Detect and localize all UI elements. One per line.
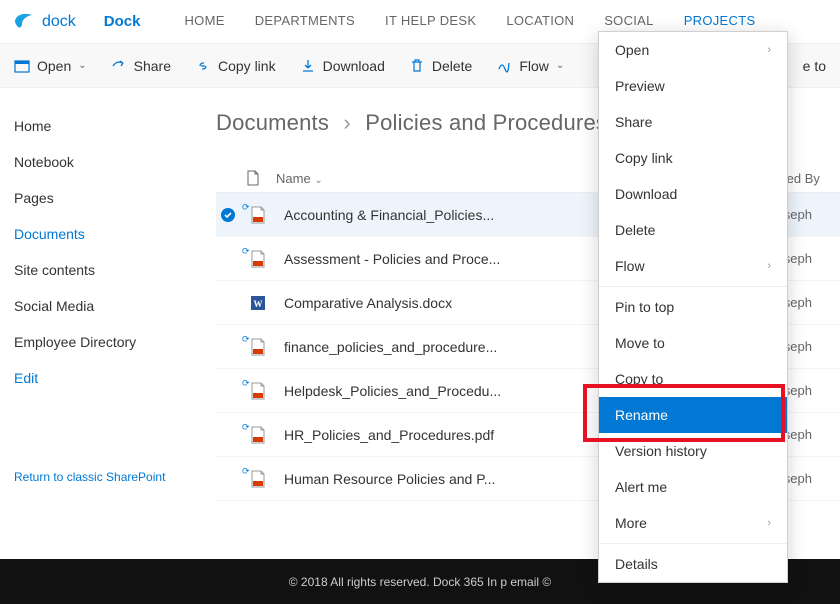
flow-button[interactable]: Flow ⌄ bbox=[496, 58, 564, 74]
chevron-right-icon: › bbox=[343, 110, 351, 135]
chevron-down-icon: ⌄ bbox=[556, 60, 564, 71]
breadcrumb-leaf: Policies and Procedures bbox=[365, 110, 607, 135]
sidebar-item-social-media[interactable]: Social Media bbox=[14, 290, 196, 322]
trash-icon bbox=[409, 58, 425, 74]
sync-icon: ⟳ bbox=[242, 246, 250, 257]
nav-item-departments[interactable]: DEPARTMENTS bbox=[253, 1, 357, 42]
file-type-icon: ⟳ bbox=[240, 470, 276, 488]
share-icon bbox=[111, 58, 127, 74]
file-type-icon: ⟳ bbox=[240, 338, 276, 356]
ctx-copy-to[interactable]: Copy to bbox=[599, 361, 787, 397]
brand-text-small: dock bbox=[42, 13, 76, 31]
dock-logo-icon bbox=[12, 10, 36, 34]
open-label: Open bbox=[37, 58, 71, 74]
ctx-flow[interactable]: Flow› bbox=[599, 248, 787, 284]
file-type-icon: ⟳ bbox=[240, 206, 276, 224]
footer-text: © 2018 All rights reserved. Dock 365 In … bbox=[289, 575, 551, 589]
sidebar-item-site-contents[interactable]: Site contents bbox=[14, 254, 196, 286]
ctx-alert-me[interactable]: Alert me bbox=[599, 469, 787, 505]
brand-text: Dock bbox=[104, 13, 141, 30]
sidebar-item-documents[interactable]: Documents bbox=[14, 218, 196, 250]
open-button[interactable]: Open ⌄ bbox=[14, 58, 87, 74]
brand-logo[interactable]: dock Dock bbox=[12, 10, 140, 34]
download-button[interactable]: Download bbox=[300, 58, 385, 74]
share-label: Share bbox=[134, 58, 171, 74]
copy-link-button[interactable]: Copy link bbox=[195, 58, 276, 74]
nav-item-home[interactable]: HOME bbox=[182, 1, 226, 42]
file-type-icon: W bbox=[240, 294, 276, 312]
open-icon bbox=[14, 58, 30, 74]
sync-icon: ⟳ bbox=[242, 378, 250, 389]
delete-button[interactable]: Delete bbox=[409, 58, 472, 74]
ctx-version-history[interactable]: Version history bbox=[599, 433, 787, 469]
ctx-rename[interactable]: Rename bbox=[599, 397, 787, 433]
chevron-right-icon: › bbox=[767, 517, 771, 529]
ctx-move-to[interactable]: Move to bbox=[599, 325, 787, 361]
nav-item-it-help-desk[interactable]: IT HELP DESK bbox=[383, 1, 478, 42]
sidebar-item-employee-directory[interactable]: Employee Directory bbox=[14, 326, 196, 358]
ctx-delete[interactable]: Delete bbox=[599, 212, 787, 248]
context-menu: Open›PreviewShareCopy linkDownloadDelete… bbox=[598, 31, 788, 583]
sidebar-item-home[interactable]: Home bbox=[14, 110, 196, 142]
side-nav: Home Notebook Pages Documents Site contents S… bbox=[0, 88, 196, 604]
move-to-button[interactable]: e to bbox=[803, 58, 826, 74]
breadcrumb-root[interactable]: Documents bbox=[216, 110, 329, 135]
ctx-preview[interactable]: Preview bbox=[599, 68, 787, 104]
chevron-down-icon: ⌄ bbox=[78, 60, 86, 71]
chevron-right-icon: › bbox=[767, 260, 771, 272]
chevron-down-icon: ⌄ bbox=[314, 175, 322, 186]
separator bbox=[599, 286, 787, 287]
download-label: Download bbox=[323, 58, 385, 74]
file-icon bbox=[246, 170, 260, 186]
sync-icon: ⟳ bbox=[242, 202, 250, 213]
share-button[interactable]: Share bbox=[111, 58, 171, 74]
ctx-share[interactable]: Share bbox=[599, 104, 787, 140]
flow-label: Flow bbox=[519, 58, 549, 74]
move-to-label: e to bbox=[803, 58, 826, 74]
ctx-details[interactable]: Details bbox=[599, 546, 787, 582]
col-icon-header bbox=[216, 170, 276, 186]
delete-label: Delete bbox=[432, 58, 472, 74]
copy-link-label: Copy link bbox=[218, 58, 276, 74]
svg-text:W: W bbox=[254, 299, 263, 309]
file-type-icon: ⟳ bbox=[240, 426, 276, 444]
sidebar-item-pages[interactable]: Pages bbox=[14, 182, 196, 214]
row-check[interactable] bbox=[216, 207, 240, 223]
ctx-more[interactable]: More› bbox=[599, 505, 787, 541]
link-icon bbox=[195, 58, 211, 74]
sidebar-item-notebook[interactable]: Notebook bbox=[14, 146, 196, 178]
ctx-copy-link[interactable]: Copy link bbox=[599, 140, 787, 176]
ctx-download[interactable]: Download bbox=[599, 176, 787, 212]
file-type-icon: ⟳ bbox=[240, 250, 276, 268]
file-type-icon: ⟳ bbox=[240, 382, 276, 400]
ctx-pin-to-top[interactable]: Pin to top bbox=[599, 289, 787, 325]
ctx-open[interactable]: Open› bbox=[599, 32, 787, 68]
sync-icon: ⟳ bbox=[242, 466, 250, 477]
chevron-right-icon: › bbox=[767, 44, 771, 56]
return-classic-link[interactable]: Return to classic SharePoint bbox=[14, 470, 196, 484]
nav-item-location[interactable]: LOCATION bbox=[504, 1, 576, 42]
side-edit[interactable]: Edit bbox=[14, 362, 196, 394]
sync-icon: ⟳ bbox=[242, 334, 250, 345]
download-icon bbox=[300, 58, 316, 74]
separator bbox=[599, 543, 787, 544]
flow-icon bbox=[496, 58, 512, 74]
sync-icon: ⟳ bbox=[242, 422, 250, 433]
